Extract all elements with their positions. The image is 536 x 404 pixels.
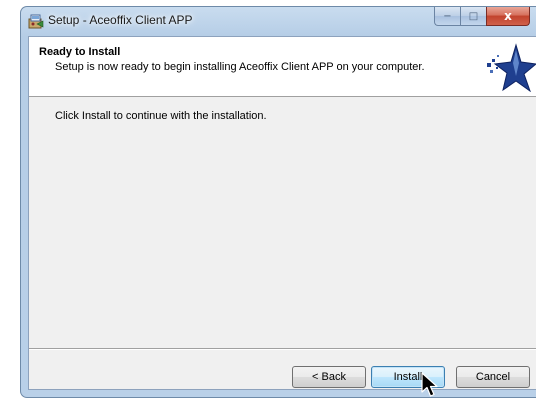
cancel-button[interactable]: Cancel bbox=[456, 366, 530, 388]
setup-installer-icon bbox=[27, 12, 45, 30]
caption-buttons: − □ x bbox=[434, 7, 530, 26]
close-button[interactable]: x bbox=[486, 7, 530, 26]
maximize-icon: □ bbox=[468, 10, 479, 22]
dialog-client-area: Ready to Install Setup is now ready to b… bbox=[28, 36, 536, 390]
install-instruction: Click Install to continue with the insta… bbox=[55, 110, 267, 122]
minimize-button[interactable]: − bbox=[434, 7, 460, 26]
setup-window: Setup - Aceoffix Client APP − □ x Ready … bbox=[20, 6, 536, 398]
close-icon: x bbox=[504, 9, 512, 23]
footer-divider bbox=[29, 348, 536, 350]
back-button[interactable]: < Back bbox=[292, 366, 366, 388]
maximize-button[interactable]: □ bbox=[460, 7, 486, 26]
dialog-header: Ready to Install Setup is now ready to b… bbox=[29, 37, 536, 97]
page-title: Ready to Install bbox=[39, 46, 121, 58]
star-logo-icon bbox=[486, 42, 536, 93]
mouse-pointer-icon bbox=[421, 372, 441, 400]
page-subtitle: Setup is now ready to begin installing A… bbox=[55, 61, 425, 73]
minimize-icon: − bbox=[443, 10, 452, 22]
title-bar[interactable]: Setup - Aceoffix Client APP − □ x bbox=[21, 7, 536, 35]
window-title: Setup - Aceoffix Client APP bbox=[48, 13, 193, 27]
